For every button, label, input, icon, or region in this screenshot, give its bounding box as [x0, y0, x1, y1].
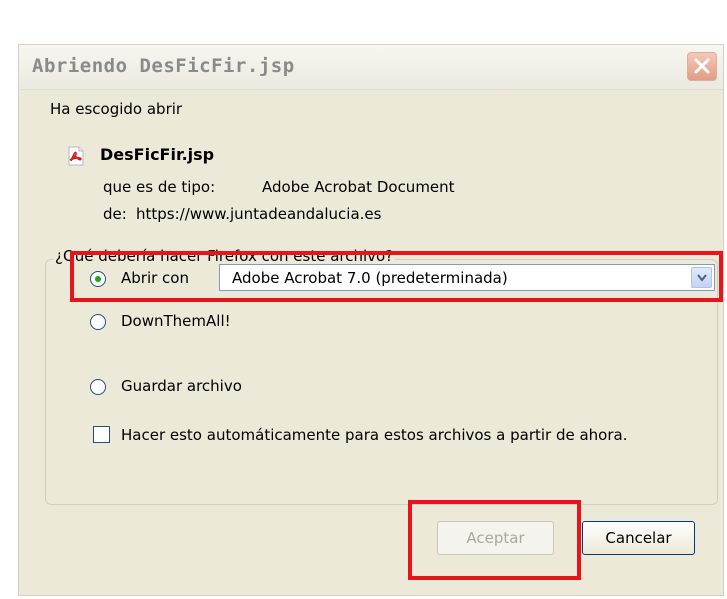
pdf-file-icon — [68, 146, 84, 166]
action-question: ¿Qué debería hacer Firefox con este arch… — [53, 247, 396, 265]
save-file-label[interactable]: Guardar archivo — [121, 377, 242, 395]
file-type-value: Adobe Acrobat Document — [262, 178, 455, 196]
file-source-label: de: — [103, 205, 127, 223]
cancel-button[interactable]: Cancelar — [582, 521, 695, 555]
chevron-down-icon — [697, 274, 707, 282]
downthemall-label[interactable]: DownThemAll! — [121, 312, 231, 330]
open-with-radio[interactable] — [90, 271, 106, 287]
open-with-app-value: Adobe Acrobat 7.0 (predeterminada) — [232, 269, 508, 287]
close-icon — [694, 58, 710, 74]
auto-action-label[interactable]: Hacer esto automáticamente para estos ar… — [121, 426, 627, 444]
file-name: DesFicFir.jsp — [100, 145, 215, 164]
dialog-title: Abriendo DesFicFir.jsp — [32, 55, 295, 77]
file-source-value: https://www.juntadeandalucia.es — [136, 205, 382, 223]
file-type-label: que es de tipo: — [103, 178, 216, 196]
save-file-radio[interactable] — [90, 379, 106, 395]
downthemall-radio[interactable] — [90, 314, 106, 330]
intro-text: Ha escogido abrir — [50, 100, 183, 118]
dialog-titlebar: Abriendo DesFicFir.jsp — [19, 45, 723, 90]
auto-action-checkbox[interactable] — [93, 426, 110, 443]
select-dropdown-button[interactable] — [691, 267, 712, 288]
accept-button[interactable]: Aceptar — [437, 521, 554, 555]
open-with-label[interactable]: Abrir con — [121, 269, 189, 287]
open-with-app-select[interactable]: Adobe Acrobat 7.0 (predeterminada) — [219, 264, 715, 291]
close-button[interactable] — [687, 52, 717, 81]
